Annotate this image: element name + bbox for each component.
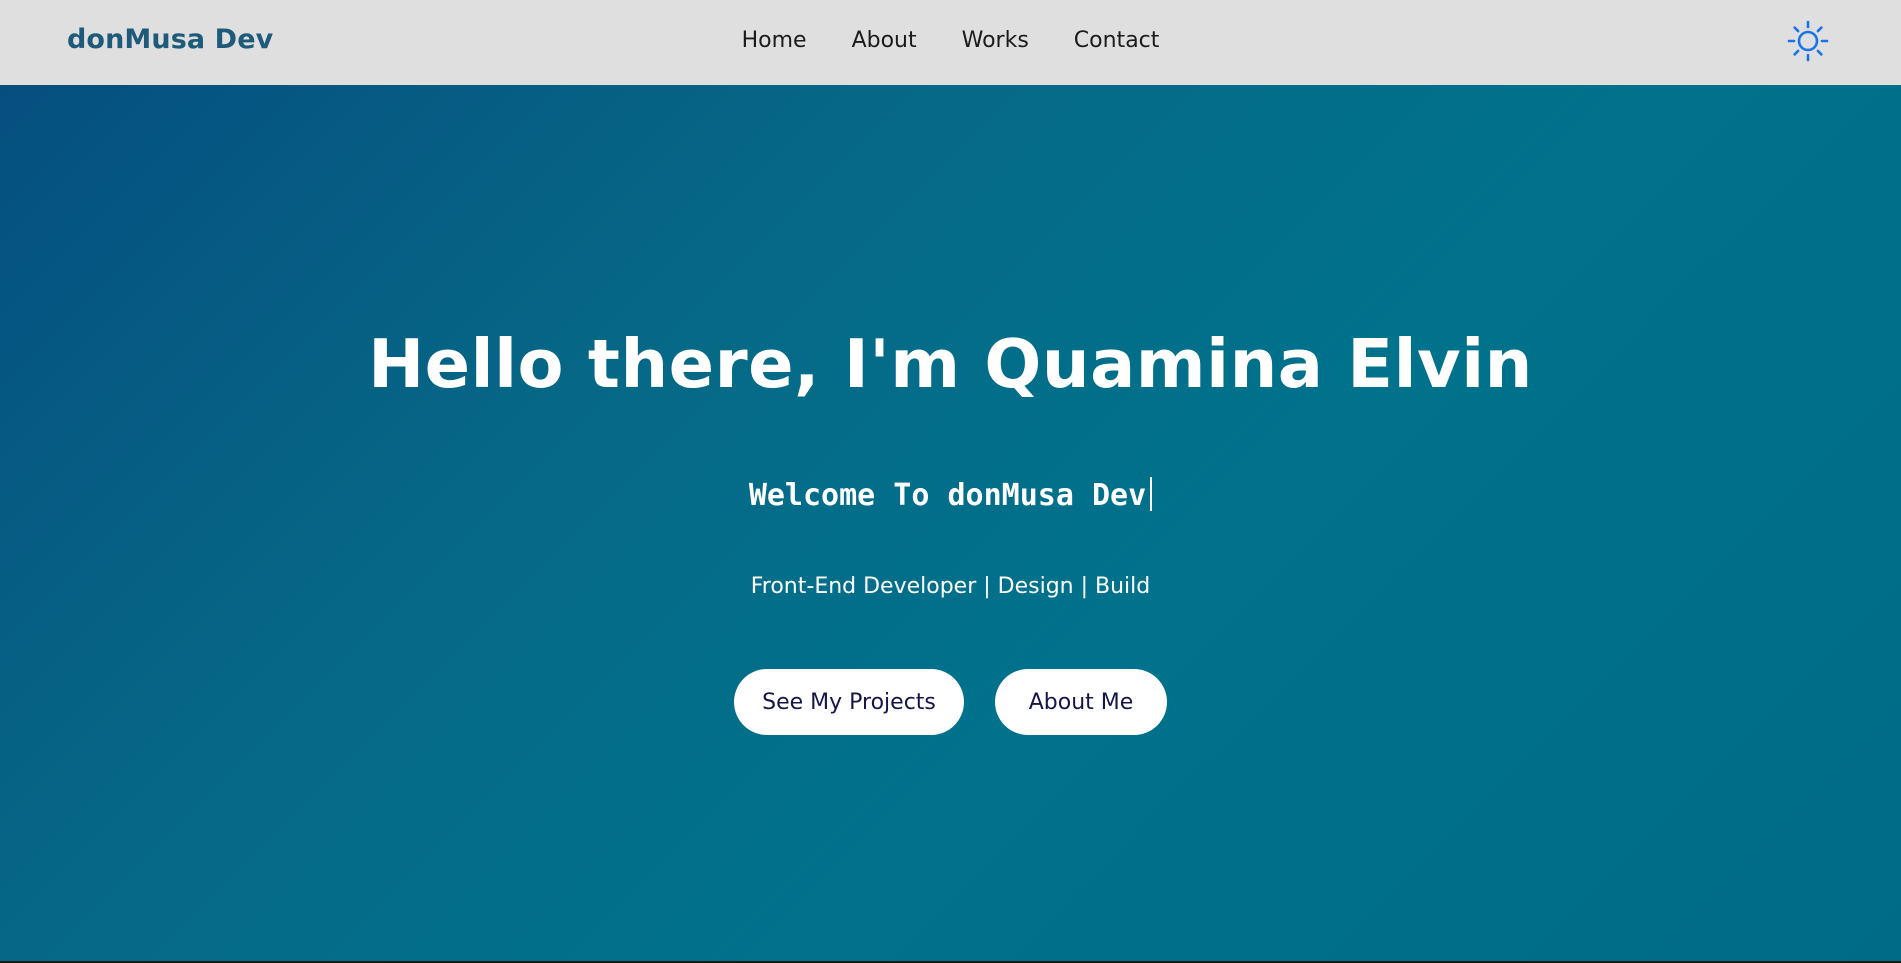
hero-title: Hello there, I'm Quamina Elvin [368, 325, 1533, 403]
nav-links: Home About Works Contact [0, 28, 1901, 53]
navbar: donMusa Dev Home About Works Contact [0, 0, 1901, 85]
about-me-button[interactable]: About Me [995, 669, 1167, 735]
nav-link-works[interactable]: Works [962, 28, 1029, 53]
theme-toggle-button[interactable] [1786, 19, 1830, 63]
typing-text-line: Welcome To donMusa Dev [0, 477, 1901, 513]
hero-buttons: See My Projects About Me [0, 669, 1901, 735]
sun-icon [1787, 20, 1829, 62]
hero-section: Hello there, I'm Quamina Elvin Welcome T… [0, 85, 1901, 961]
typing-cursor [1150, 477, 1153, 511]
typing-text: Welcome To donMusa Dev [748, 478, 1147, 513]
nav-link-contact[interactable]: Contact [1074, 28, 1160, 53]
nav-link-home[interactable]: Home [742, 28, 807, 53]
nav-link-about[interactable]: About [852, 28, 917, 53]
see-projects-button[interactable]: See My Projects [734, 669, 964, 735]
hero-tagline: Front-End Developer | Design | Build [750, 574, 1151, 599]
